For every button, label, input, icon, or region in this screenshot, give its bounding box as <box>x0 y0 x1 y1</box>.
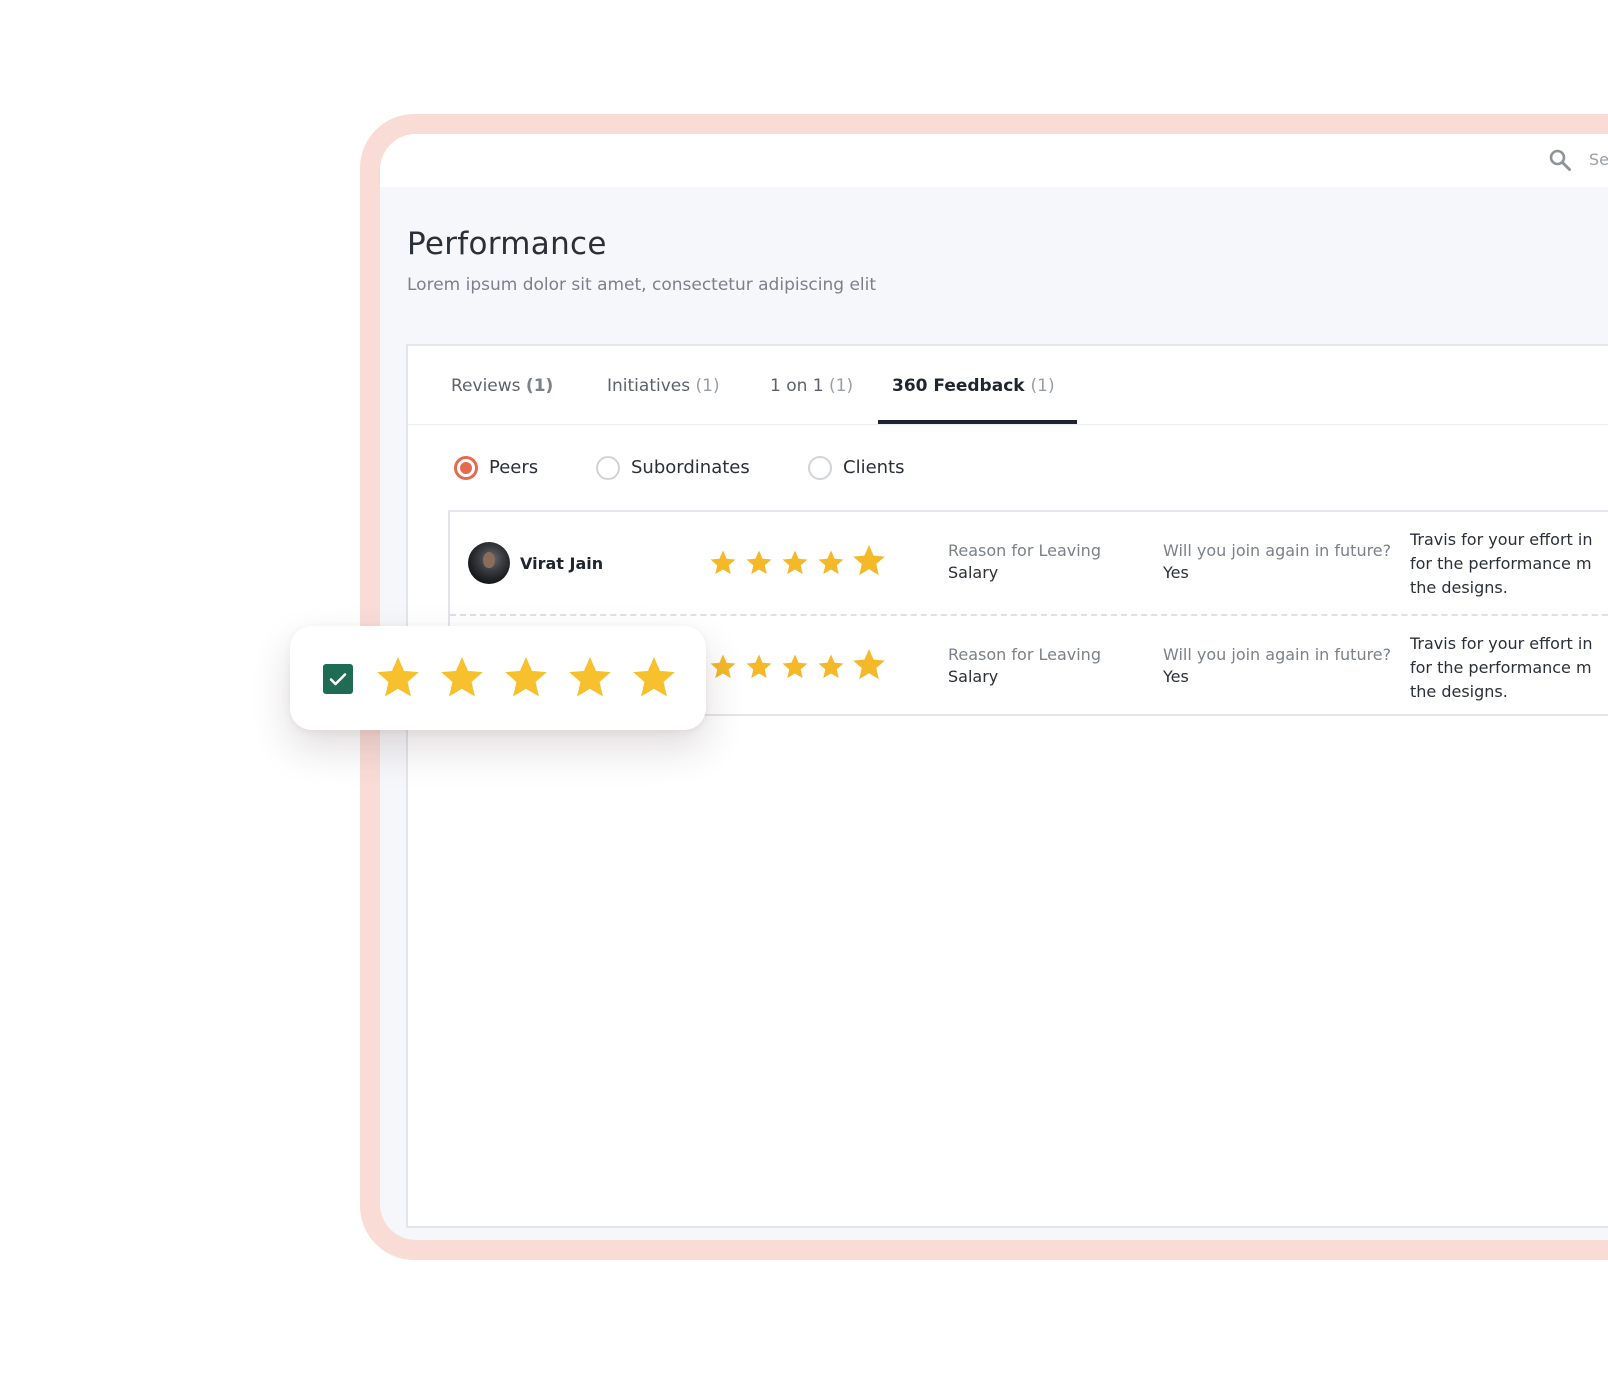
feedback-comment: Travis for your effort in for the perfor… <box>1410 528 1608 600</box>
comment-line: the designs. <box>1410 682 1508 701</box>
tab-count: (1) <box>695 376 720 396</box>
comment-line: the designs. <box>1410 578 1508 597</box>
star-icon <box>710 654 736 679</box>
tab-count: (1) <box>1030 376 1055 396</box>
reason-value: Salary <box>948 563 999 582</box>
star-icon <box>746 550 772 575</box>
star-icon <box>746 654 772 679</box>
rating-popup <box>290 626 706 730</box>
reason-label: Reason for Leaving <box>948 541 1101 560</box>
tab-label: Initiatives <box>607 376 691 396</box>
rejoin-value: Yes <box>1163 667 1189 686</box>
tab-bar: Reviews (1) Initiatives (1) 1 on 1 (1) 3… <box>408 346 1608 425</box>
rejoin-label: Will you join again in future? <box>1163 541 1392 560</box>
page-subtitle: Lorem ipsum dolor sit amet, consectetur … <box>407 275 877 295</box>
radio-label: Clients <box>843 457 905 478</box>
active-tab-indicator <box>878 420 1077 424</box>
tab-count: (1) <box>829 376 854 396</box>
star-icon[interactable] <box>629 653 679 703</box>
star-icon <box>853 545 885 576</box>
rejoin-field: Will you join again in future? Yes <box>1163 540 1391 584</box>
star-icon <box>782 550 808 575</box>
radio-label: Peers <box>489 457 539 478</box>
radio-unselected-icon <box>808 456 832 480</box>
star-icon[interactable] <box>437 653 487 703</box>
list-item[interactable]: Virat Jain Reason for Leaving Salary Wil… <box>450 512 1608 616</box>
star-icon[interactable] <box>565 653 615 703</box>
radio-selected-icon <box>454 456 478 480</box>
tab-label: 360 Feedback <box>892 376 1025 396</box>
comment-line: Travis for your effort in <box>1410 530 1593 549</box>
radio-unselected-icon <box>596 456 620 480</box>
avatar <box>468 542 510 584</box>
reason-label: Reason for Leaving <box>948 645 1101 664</box>
star-icon <box>818 550 844 575</box>
star-icon <box>818 654 844 679</box>
star-icon[interactable] <box>373 653 423 703</box>
star-icon <box>782 654 808 679</box>
tab-label: 1 on 1 <box>770 376 824 396</box>
reason-value: Salary <box>948 667 999 686</box>
top-bar: Se <box>380 134 1608 187</box>
rejoin-field: Will you join again in future? Yes <box>1163 644 1391 688</box>
feedback-card: Reviews (1) Initiatives (1) 1 on 1 (1) 3… <box>406 344 1608 1228</box>
star-icon[interactable] <box>501 653 551 703</box>
reason-field: Reason for Leaving Salary <box>948 540 1101 584</box>
tab-1-on-1[interactable]: 1 on 1 (1) <box>770 376 853 396</box>
search-icon[interactable] <box>1548 148 1572 172</box>
rejoin-value: Yes <box>1163 563 1189 582</box>
radio-label: Subordinates <box>631 457 750 478</box>
tab-360-feedback[interactable]: 360 Feedback (1) <box>892 376 1055 396</box>
tab-initiatives[interactable]: Initiatives (1) <box>607 376 720 396</box>
tab-count: (1) <box>525 376 554 396</box>
star-icon <box>710 550 736 575</box>
comment-line: for the performance m <box>1410 658 1592 677</box>
star-icon <box>853 649 885 680</box>
tab-reviews[interactable]: Reviews (1) <box>451 376 553 396</box>
check-icon <box>329 673 347 686</box>
tab-label: Reviews <box>451 376 521 396</box>
reason-field: Reason for Leaving Salary <box>948 644 1101 688</box>
canvas: Se Performance Lorem ipsum dolor sit ame… <box>0 0 1608 1382</box>
search-input[interactable]: Se <box>1589 150 1608 169</box>
comment-line: Travis for your effort in <box>1410 634 1593 653</box>
feedback-comment: Travis for your effort in for the perfor… <box>1410 632 1608 704</box>
rating-checkbox[interactable] <box>323 664 353 694</box>
page-title: Performance <box>407 226 607 262</box>
rejoin-label: Will you join again in future? <box>1163 645 1392 664</box>
reviewer-name: Virat Jain <box>520 554 604 573</box>
comment-line: for the performance m <box>1410 554 1592 573</box>
